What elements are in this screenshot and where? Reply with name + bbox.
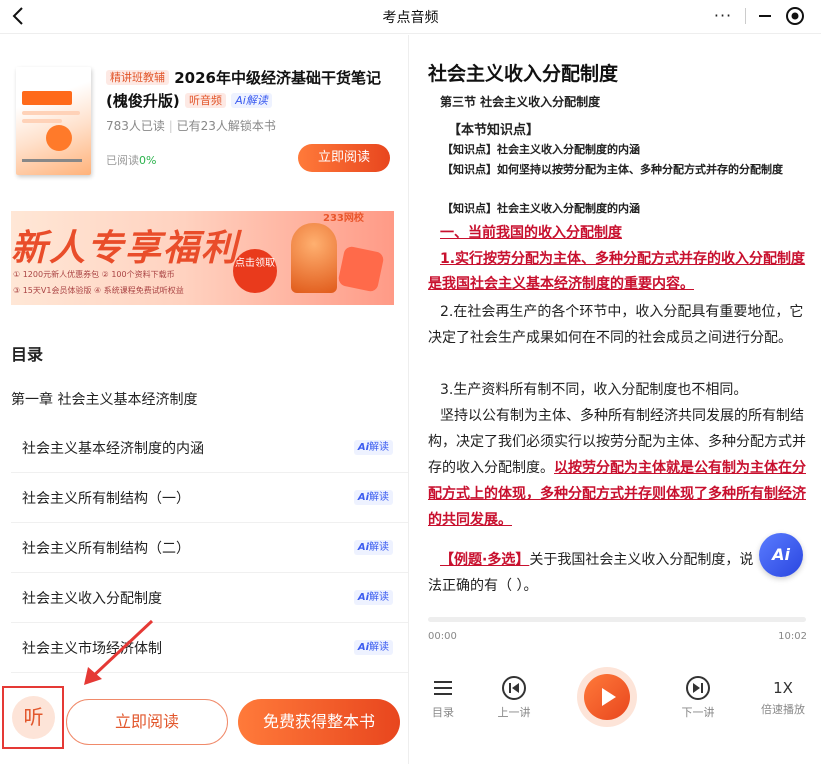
cover-tag [22, 91, 72, 105]
book-stats: 783人已读 | 已有23人解锁本书 [106, 119, 276, 133]
prev-label: 上一讲 [497, 706, 531, 719]
promo-banner[interactable]: 新人专享福利 233网校 ① 1200元新人优惠券包 ② 100个资料下载币 ③… [11, 211, 394, 305]
example-question: 【例题·多选】关于我国社会主义收入分配制度，说法正确的有（ ）。 [428, 547, 758, 599]
read-now-button[interactable]: 立即阅读 [66, 699, 228, 745]
paragraph: 2.在社会再生产的各个环节中，收入分配具有重要地位，它决定了社会生产成果如何在不… [428, 304, 804, 346]
banner-line: ① 1200元新人优惠券包 ② 100个资料下载币 [13, 270, 175, 279]
total-time: 10:02 [778, 631, 807, 642]
next-label: 下一讲 [681, 706, 715, 719]
mascot-image [291, 223, 337, 293]
banner-logo: 233网校 [323, 213, 364, 224]
speed-control[interactable]: 1X 倍速播放 [755, 675, 811, 717]
toc-ai-badge[interactable]: Ai解读 [353, 440, 393, 455]
banner-line: ③ 15天V1会员体验版 ④ 系统课程免费试听权益 [13, 286, 184, 295]
more-icon[interactable]: ··· [707, 3, 739, 29]
read-progress: 已阅读0% [106, 152, 156, 168]
toc-item[interactable]: 社会主义所有制结构（二） Ai解读 [11, 523, 408, 573]
page-title: 考点音频 [382, 10, 439, 26]
progress-value: 0% [139, 154, 157, 167]
next-control[interactable]: 下一讲 [676, 675, 720, 720]
article-section: 第三节 社会主义收入分配制度 [440, 95, 601, 109]
annotation-arrow [84, 619, 154, 685]
tag-ai[interactable]: Ai解读 [231, 93, 272, 108]
toc-item-label: 社会主义基本经济制度的内涵 [22, 441, 204, 457]
cover-line [22, 111, 80, 115]
listen-button-highlight[interactable]: 听 [2, 686, 64, 749]
paragraph: 坚持以公有制为主体、多种所有制经济共同发展的所有制结构，决定了我们必须实行以按劳… [428, 403, 808, 533]
toc-title: 目录 [11, 345, 44, 364]
toc-ai-badge[interactable]: Ai解读 [353, 540, 393, 555]
gift-box-image [337, 245, 385, 293]
read-count: 783人已读 [106, 119, 165, 133]
unlock-count: 已有23人解锁本书 [176, 119, 276, 133]
prev-control[interactable]: 上一讲 [492, 675, 536, 720]
speed-label: 倍速播放 [761, 703, 805, 716]
toc-item[interactable]: 社会主义基本经济制度的内涵 Ai解读 [11, 423, 408, 473]
capsule-menu: ··· [707, 3, 807, 29]
heading-1: 一、当前我国的收入分配制度 [440, 225, 622, 241]
audio-progress-bar[interactable] [428, 617, 806, 622]
knowledge-point: 【知识点】社会主义收入分配制度的内涵 [442, 202, 640, 215]
play-button[interactable] [577, 667, 637, 727]
capsule-divider [745, 8, 747, 24]
tag-audio[interactable]: 听音频 [184, 93, 226, 108]
banner-cta[interactable]: 点击领取 [233, 249, 277, 293]
nav-bar: 考点音频 ··· [0, 0, 821, 34]
play-icon [602, 688, 616, 706]
close-target-icon[interactable] [783, 4, 807, 28]
knowledge-point: 【知识点】如何坚持以按劳分配为主体、多种分配方式并存的分配制度 [442, 163, 783, 176]
tag-fine: 精讲班教辅 [106, 70, 169, 85]
toc-ai-badge[interactable]: Ai解读 [353, 590, 393, 605]
toc-control[interactable]: 目录 [426, 675, 460, 720]
toc-item[interactable]: 社会主义所有制结构（一） Ai解读 [11, 473, 408, 523]
article-panel: 社会主义收入分配制度 第三节 社会主义收入分配制度 【本节知识点】 【知识点】社… [410, 35, 821, 764]
speed-value: 1X [773, 679, 793, 697]
toc-chapter[interactable]: 第一章 社会主义基本经济制度 [11, 389, 197, 409]
toc-ai-badge[interactable]: Ai解读 [353, 490, 393, 505]
toc-item[interactable]: 社会主义市场经济体制 Ai解读 [11, 623, 408, 673]
progress-label: 已阅读 [106, 154, 139, 167]
current-time: 00:00 [428, 631, 457, 642]
toc-control-label: 目录 [432, 706, 454, 719]
knowledge-header: 【本节知识点】 [448, 123, 540, 138]
book-title-block: 精讲班教辅 2026年中级经济基础干货笔记(槐俊升版) 听音频 Ai解读 [106, 67, 396, 113]
toc-item-label: 社会主义收入分配制度 [22, 591, 162, 607]
toc-item-label: 社会主义所有制结构（一） [22, 491, 190, 507]
toc-item-label: 社会主义所有制结构（二） [22, 541, 190, 557]
cover-ai-badge [46, 125, 72, 151]
get-full-book-button[interactable]: 免费获得整本书 [238, 699, 400, 745]
banner-headline: 新人专享福利 [11, 228, 240, 269]
toc-ai-badge[interactable]: Ai解读 [353, 640, 393, 655]
key-paragraph: 1.实行按劳分配为主体、多种分配方式并存的收入分配制度 是我国社会主义基本经济制… [428, 251, 806, 292]
skip-back-icon [502, 676, 526, 700]
cover-line [22, 119, 62, 123]
skip-forward-icon [686, 676, 710, 700]
knowledge-point: 【知识点】社会主义收入分配制度的内涵 [442, 143, 640, 156]
minimize-icon[interactable] [753, 4, 777, 28]
book-panel: 精讲班教辅 2026年中级经济基础干货笔记(槐俊升版) 听音频 Ai解读 783… [0, 35, 409, 764]
read-now-button-top[interactable]: 立即阅读 [298, 144, 390, 172]
article-title: 社会主义收入分配制度 [428, 63, 619, 85]
book-cover[interactable] [16, 67, 91, 175]
ai-assistant-button[interactable]: Ai [759, 533, 803, 577]
example-tag: 【例题·多选】 [440, 552, 530, 568]
toc-item[interactable]: 社会主义收入分配制度 Ai解读 [11, 573, 408, 623]
listen-button[interactable]: 听 [12, 696, 55, 739]
cover-line [22, 159, 82, 162]
list-icon [434, 681, 452, 695]
paragraph: 3.生产资料所有制不同，收入分配制度也不相同。 [440, 382, 748, 398]
